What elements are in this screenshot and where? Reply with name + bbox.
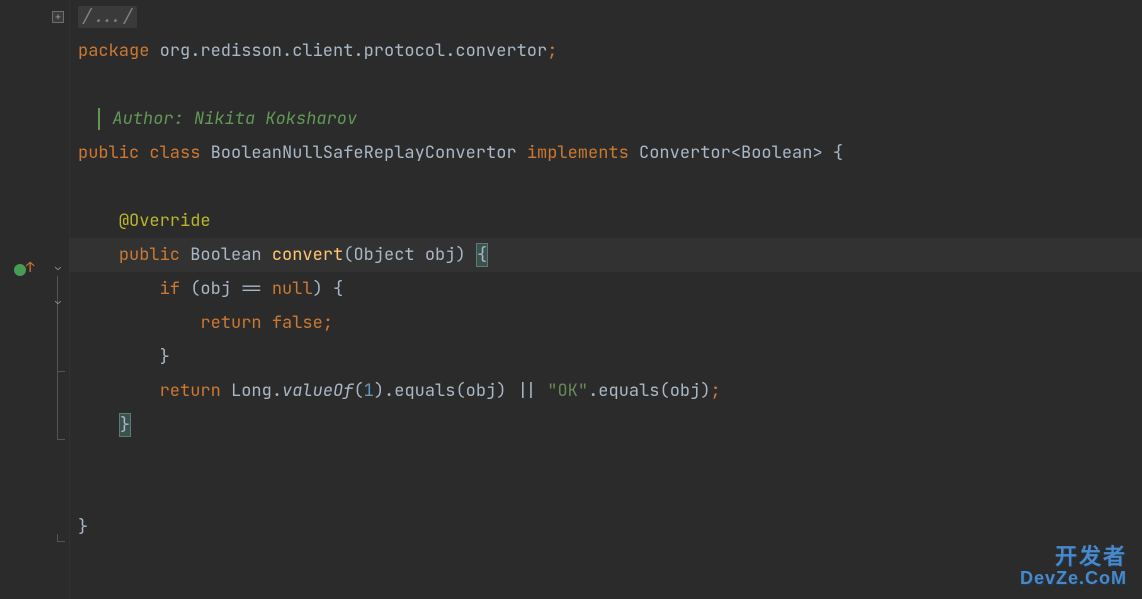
code-line-active[interactable]: public Boolean convert(Object obj) { bbox=[70, 238, 1142, 272]
fold-expand-icon[interactable]: + bbox=[52, 11, 64, 23]
code-line[interactable] bbox=[70, 476, 1142, 510]
doc-author: Author: Nikita Koksharov bbox=[98, 108, 357, 130]
code-line[interactable] bbox=[70, 170, 1142, 204]
code-line[interactable]: return false; bbox=[70, 306, 1142, 340]
fold-region-icon[interactable]: ⌄ bbox=[52, 262, 64, 274]
code-line[interactable]: } bbox=[70, 510, 1142, 544]
code-line[interactable] bbox=[70, 68, 1142, 102]
code-line[interactable]: } bbox=[70, 408, 1142, 442]
gutter: ↑ + ⌄ ⌄ bbox=[0, 0, 70, 599]
override-marker-icon[interactable]: ↑ bbox=[14, 262, 30, 278]
code-line[interactable]: } bbox=[70, 340, 1142, 374]
code-editor[interactable]: ↑ + ⌄ ⌄ /.../ package org.redisson.clien… bbox=[0, 0, 1142, 599]
watermark-en: DevZe.CoM bbox=[1020, 569, 1127, 589]
fold-end-icon bbox=[57, 534, 65, 542]
watermark-cn: 开发者 bbox=[1020, 545, 1127, 569]
code-content[interactable]: /.../ package org.redisson.client.protoc… bbox=[70, 0, 1142, 599]
annotation: @Override bbox=[119, 210, 211, 232]
code-line[interactable]: Author: Nikita Koksharov bbox=[70, 102, 1142, 136]
code-line[interactable] bbox=[70, 442, 1142, 476]
folded-block[interactable]: /.../ bbox=[78, 6, 137, 28]
watermark: 开发者 DevZe.CoM bbox=[1020, 545, 1127, 589]
fold-end-icon bbox=[57, 364, 65, 372]
code-line[interactable]: @Override bbox=[70, 204, 1142, 238]
fold-region-icon[interactable]: ⌄ bbox=[52, 296, 64, 308]
brace-match: { bbox=[476, 243, 488, 267]
brace-match: } bbox=[119, 413, 131, 437]
code-line[interactable]: package org.redisson.client.protocol.con… bbox=[70, 34, 1142, 68]
fold-column: + ⌄ ⌄ bbox=[52, 0, 70, 599]
fold-end-icon bbox=[57, 432, 65, 440]
gutter-markers: ↑ bbox=[0, 0, 40, 599]
code-line[interactable]: public class BooleanNullSafeReplayConver… bbox=[70, 136, 1142, 170]
code-line[interactable]: /.../ bbox=[70, 0, 1142, 34]
code-line[interactable]: if (obj == null) { bbox=[70, 272, 1142, 306]
code-line[interactable]: return Long.valueOf(1).equals(obj) || "O… bbox=[70, 374, 1142, 408]
